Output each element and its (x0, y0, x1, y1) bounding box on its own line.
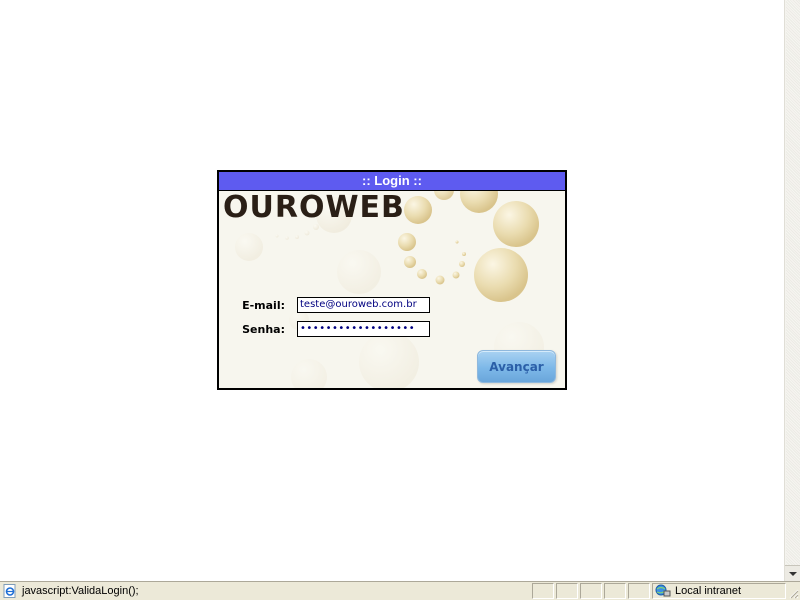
status-bar: javascript:ValidaLogin(); Local intranet (0, 581, 800, 600)
login-panel: :: Login :: OUROWEB E-mail: teste@ourowe… (217, 170, 567, 390)
scrollbar-track[interactable] (786, 0, 800, 565)
status-pane (604, 583, 626, 599)
vertical-scrollbar[interactable] (784, 0, 800, 581)
password-field[interactable]: •••••••••••••••••• (297, 321, 430, 337)
scroll-down-arrow-icon[interactable] (785, 565, 800, 581)
status-text: javascript:ValidaLogin(); (22, 585, 139, 597)
ouroweb-logo: OUROWEB (223, 190, 405, 225)
status-pane (580, 583, 602, 599)
status-pane (628, 583, 650, 599)
advance-button[interactable]: Avançar (477, 350, 556, 383)
password-label: Senha: (242, 323, 285, 336)
local-intranet-icon (655, 584, 671, 597)
status-pane (556, 583, 578, 599)
email-label: E-mail: (242, 299, 285, 312)
resize-grip-icon[interactable] (787, 587, 799, 599)
zone-text: Local intranet (675, 585, 742, 597)
login-title: :: Login :: (219, 172, 565, 191)
status-pane (532, 583, 554, 599)
email-field[interactable]: teste@ouroweb.com.br (297, 297, 430, 313)
ie-page-icon (3, 584, 16, 598)
